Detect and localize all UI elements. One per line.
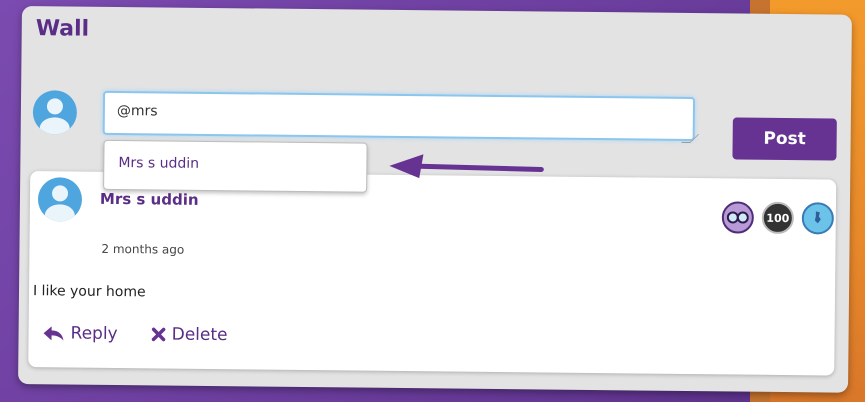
reply-label: Reply — [70, 323, 118, 345]
mention-suggestion-dropdown: Mrs s uddin — [103, 139, 368, 193]
user-avatar-icon — [32, 90, 78, 135]
delete-x-icon — [151, 327, 166, 342]
reply-icon — [43, 326, 64, 341]
delete-button[interactable]: Delete — [151, 324, 228, 346]
mention-suggestion-item[interactable]: Mrs s uddin — [118, 155, 199, 172]
comment-author-avatar-icon — [37, 177, 83, 222]
100-badge-icon: 100 — [761, 201, 794, 235]
glasses-badge-icon — [721, 201, 754, 234]
badge-list: 100 — [721, 201, 834, 235]
globe-badge-icon — [801, 202, 834, 235]
comment-actions: Reply Delete — [42, 323, 228, 346]
delete-label: Delete — [171, 324, 228, 346]
wall-panel: Wall Post Mrs s uddin Mrs s uddin 2 mont… — [18, 6, 852, 393]
reply-button[interactable]: Reply — [42, 323, 118, 345]
comment-author[interactable]: Mrs s uddin — [100, 190, 199, 209]
comment-timestamp: 2 months ago — [101, 241, 185, 257]
post-input[interactable] — [102, 90, 696, 142]
post-button[interactable]: Post — [732, 117, 837, 161]
comment-card: Mrs s uddin 2 months ago I like your hom… — [28, 171, 837, 376]
wall-title: Wall — [35, 16, 90, 42]
comment-text: I like your home — [32, 283, 146, 301]
pointer-arrow-icon — [389, 154, 544, 179]
